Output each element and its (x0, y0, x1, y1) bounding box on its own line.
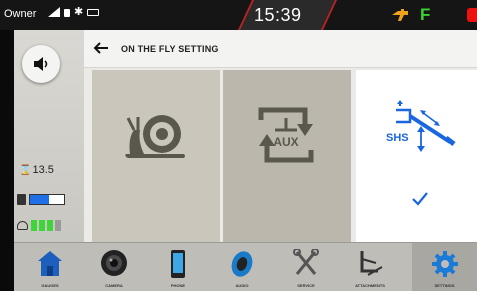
nav-service[interactable]: SERVICE (276, 243, 336, 291)
nav-label: SETTINGS (434, 283, 455, 288)
nav-label: GAUGES (41, 283, 59, 288)
page-title: ON THE FLY SETTING (121, 44, 219, 54)
snail-icon (125, 115, 185, 158)
owner-label: Owner (4, 8, 37, 20)
status-bar: Owner ✱ 15:39 F (0, 0, 477, 30)
nav-label: AUDIO (235, 283, 249, 288)
attachment-icon (360, 251, 383, 276)
bluetooth-icon: ✱ (74, 6, 84, 18)
engine-hours: ⌛13.5 (19, 164, 54, 176)
fuel-bar (29, 194, 65, 205)
def-icon (17, 221, 28, 230)
tractor-warning-icon (392, 9, 408, 21)
status-icons: ✱ (48, 6, 100, 18)
hours-value: 13.5 (32, 164, 54, 176)
volume-button[interactable] (22, 45, 60, 83)
signal-icon (48, 7, 60, 17)
shs-label: SHS (386, 132, 409, 144)
clock: 15:39 (254, 5, 302, 25)
shs-tile[interactable]: SHS (356, 70, 477, 242)
def-bar-segment (55, 220, 61, 231)
def-bar-segment (31, 220, 37, 231)
def-gauge (17, 220, 61, 231)
fuel-gauge (17, 194, 65, 205)
lock-icon (64, 9, 70, 17)
audio-icon (231, 251, 253, 277)
nav-audio[interactable]: AUDIO (212, 243, 272, 291)
nav-phone[interactable]: PHONE (148, 243, 208, 291)
gear-indicator: F (420, 5, 431, 24)
nav-gauges[interactable]: GAUGES (20, 243, 80, 291)
alert-indicator (467, 8, 477, 22)
check-icon (412, 192, 428, 206)
home-icon (38, 251, 62, 276)
bottom-nav: GAUGES CAMERA PHONE AUDIO SERVICE ATTACH… (14, 242, 477, 291)
def-bar-segment (47, 220, 53, 231)
def-bar-segment (39, 220, 45, 231)
speaker-icon (34, 57, 48, 71)
nav-camera[interactable]: CAMERA (84, 243, 144, 291)
nav-attachments[interactable]: ATTACHMENTS (340, 243, 400, 291)
phone-icon (171, 250, 185, 278)
shs-updown-arrow-icon (417, 126, 425, 152)
hourglass-icon: ⌛ (19, 165, 32, 176)
slow-mode-tile[interactable] (92, 70, 220, 242)
gear-icon (431, 251, 458, 277)
header: ON THE FLY SETTING (84, 30, 477, 68)
def-bars (31, 220, 61, 231)
back-arrow-icon[interactable] (92, 40, 110, 56)
fuel-pump-icon (17, 194, 26, 205)
left-panel: ⌛13.5 (14, 30, 84, 242)
nav-label: SERVICE (297, 283, 315, 288)
nav-label: CAMERA (105, 283, 123, 288)
camera-icon (101, 250, 127, 276)
battery-icon (87, 8, 100, 16)
nav-settings[interactable]: SETTINGS (412, 243, 477, 291)
aux-tile[interactable]: AUX (223, 70, 351, 242)
nav-label: PHONE (170, 283, 186, 288)
aux-label: AUX (273, 135, 298, 149)
aux-icon: AUX (258, 107, 314, 163)
main-area: ON THE FLY SETTING AUX SHS (84, 30, 477, 242)
wrench-icon (293, 249, 319, 275)
fuel-bar-fill (30, 195, 49, 204)
nav-label: ATTACHMENTS (355, 283, 385, 288)
